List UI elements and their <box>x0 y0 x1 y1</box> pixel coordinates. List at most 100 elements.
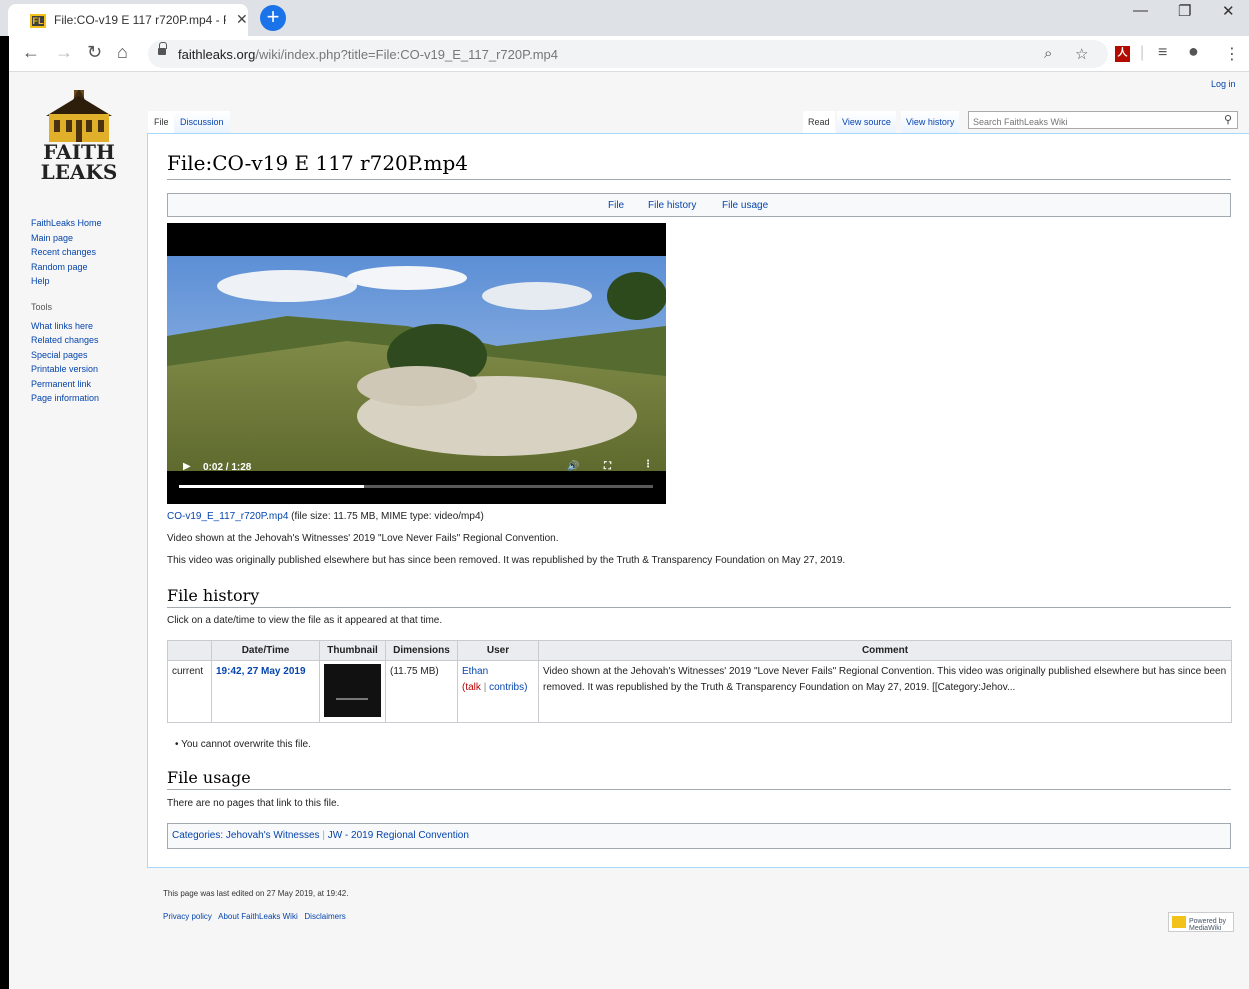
video-progress-bar[interactable] <box>179 485 653 488</box>
sidebar-tools: Tools What links here Related changes Sp… <box>31 300 99 406</box>
file-usage-heading: File usage <box>167 768 1231 790</box>
search-input[interactable] <box>969 114 1209 130</box>
sidebar-item-special-pages[interactable]: Special pages <box>31 350 88 360</box>
url-text: faithleaks.org/wiki/index.php?title=File… <box>178 47 558 62</box>
thumbnail-image[interactable] <box>324 664 381 717</box>
mediawiki-logo-icon <box>1172 916 1186 928</box>
browser-toolbar: ← → ↻ ⌂ faithleaks.org/wiki/index.php?ti… <box>0 36 1249 72</box>
sidebar-item-faithleaks-home[interactable]: FaithLeaks Home <box>31 218 102 228</box>
sidebar-item-help[interactable]: Help <box>31 276 50 286</box>
file-usage-text: There are no pages that link to this fil… <box>167 798 340 809</box>
sidebar-item-printable-version[interactable]: Printable version <box>31 364 98 374</box>
user-cell: Ethan (talk | contribs) <box>457 660 539 723</box>
user-link[interactable]: Ethan <box>462 666 488 677</box>
categories-label[interactable]: Categories <box>172 830 220 841</box>
sidebar-item-related-changes[interactable]: Related changes <box>31 335 99 345</box>
profile-icon[interactable]: ● <box>1188 41 1199 62</box>
browser-tab[interactable]: FL File:CO-v19 E 117 r720P.mp4 - Fa ✕ <box>8 4 248 36</box>
dimensions-cell: (11.75 MB) <box>385 660 458 723</box>
sidebar-item-recent-changes[interactable]: Recent changes <box>31 247 96 257</box>
back-icon[interactable]: ← <box>22 42 40 63</box>
tab-title: File:CO-v19 E 117 r720P.mp4 - Fa <box>54 13 226 27</box>
pdf-extension-icon[interactable]: 人 <box>1115 46 1130 62</box>
tab-view-history[interactable]: View history <box>901 111 960 133</box>
bookmark-star-icon[interactable]: ☆ <box>1075 45 1088 63</box>
more-options-icon[interactable]: ⋮ <box>643 459 653 470</box>
restore-icon[interactable]: ❐ <box>1178 2 1191 20</box>
fullscreen-icon[interactable]: ⛶ <box>604 461 611 472</box>
tab-file[interactable]: File <box>148 111 175 133</box>
toc-file-link[interactable]: File <box>608 200 624 211</box>
video-player[interactable]: ▶ 0:02 / 1:28 🔊 ⛶ ⋮ <box>167 223 666 504</box>
file-history-table: Date/Time Thumbnail Dimensions User Comm… <box>167 640 1232 723</box>
category-jehovahs-witnesses[interactable]: Jehovah's Witnesses <box>226 830 320 841</box>
file-history-hint: Click on a date/time to view the file as… <box>167 615 443 626</box>
user-talk-link[interactable]: talk <box>465 682 481 693</box>
tab-discussion[interactable]: Discussion <box>174 111 230 133</box>
footer-about-link[interactable]: About FaithLeaks Wiki <box>218 912 298 921</box>
page-title: File:CO-v19 E 117 r720P.mp4 <box>167 151 1231 180</box>
lock-icon <box>158 42 167 56</box>
table-header-row: Date/Time Thumbnail Dimensions User Comm… <box>167 640 1232 661</box>
table-row: current 19:42, 27 May 2019 (11.75 MB) Et… <box>167 660 1232 723</box>
datetime-link[interactable]: 19:42, 27 May 2019 <box>216 666 306 677</box>
footer-last-edited: This page was last edited on 27 May 2019… <box>163 889 349 898</box>
sidebar-item-random-page[interactable]: Random page <box>31 262 88 272</box>
reload-icon[interactable]: ↻ <box>87 42 102 63</box>
sidebar-item-what-links-here[interactable]: What links here <box>31 321 93 331</box>
browser-window: FL File:CO-v19 E 117 r720P.mp4 - Fa ✕ + … <box>0 0 1249 989</box>
minimize-icon[interactable]: — <box>1133 2 1148 19</box>
close-tab-icon[interactable]: ✕ <box>236 11 248 28</box>
home-icon[interactable]: ⌂ <box>117 42 128 63</box>
new-tab-button[interactable]: + <box>260 5 286 31</box>
volume-icon[interactable]: 🔊 <box>567 461 579 472</box>
menu-kebab-icon[interactable]: ⋮ <box>1224 44 1240 64</box>
tab-view-source[interactable]: View source <box>837 111 896 133</box>
toolbar-divider: | <box>1140 44 1145 61</box>
sidebar-item-page-information[interactable]: Page information <box>31 393 99 403</box>
login-link[interactable]: Log in <box>1211 79 1236 89</box>
column-header-comment: Comment <box>538 640 1232 661</box>
tab-strip: FL File:CO-v19 E 117 r720P.mp4 - Fa ✕ + … <box>0 0 1249 36</box>
site-logo[interactable]: FAITH LEAKS <box>38 90 120 186</box>
tab-read[interactable]: Read <box>803 111 835 133</box>
file-description-2: This video was originally published else… <box>167 555 846 566</box>
video-progress-fill <box>179 485 364 488</box>
comment-cell: Video shown at the Jehovah's Witnesses' … <box>538 660 1232 723</box>
sidebar-item-main-page[interactable]: Main page <box>31 233 73 243</box>
address-bar[interactable]: faithleaks.org/wiki/index.php?title=File… <box>148 40 1108 68</box>
user-contribs-link[interactable]: contribs <box>489 682 524 693</box>
overwrite-note: • You cannot overwrite this file. <box>175 739 311 750</box>
forward-icon[interactable]: → <box>55 42 73 63</box>
column-header-dimensions: Dimensions <box>385 640 458 661</box>
file-info-line: CO-v19_E_117_r720P.mp4 (file size: 11.75… <box>167 511 484 522</box>
file-history-heading: File history <box>167 586 1231 608</box>
footer-links: Privacy policy About FaithLeaks Wiki Dis… <box>163 912 346 921</box>
file-download-link[interactable]: CO-v19_E_117_r720P.mp4 <box>167 511 288 522</box>
window-edge <box>0 36 9 989</box>
church-logo-icon <box>46 90 112 142</box>
file-info-text: (file size: 11.75 MB, MIME type: video/m… <box>291 511 484 522</box>
logo-text-faith: FAITH <box>43 140 115 164</box>
zoom-icon[interactable]: ⌕ <box>1044 45 1052 62</box>
footer-disclaimers-link[interactable]: Disclaimers <box>304 912 345 921</box>
search-icon[interactable]: ⚲ <box>1224 113 1232 126</box>
logo-text-leaks: LEAKS <box>40 160 118 184</box>
play-icon[interactable]: ▶ <box>183 461 191 472</box>
sidebar-item-permanent-link[interactable]: Permanent link <box>31 379 91 389</box>
category-jw-2019-regional-convention[interactable]: JW - 2019 Regional Convention <box>328 830 469 841</box>
media-queue-icon[interactable]: ≡ <box>1158 44 1167 62</box>
powered-by-mediawiki-badge[interactable]: Powered by MediaWiki <box>1168 912 1234 932</box>
column-header-thumbnail: Thumbnail <box>319 640 386 661</box>
datetime-cell: 19:42, 27 May 2019 <box>211 660 320 723</box>
footer-privacy-link[interactable]: Privacy policy <box>163 912 212 921</box>
status-cell: current <box>167 660 212 723</box>
favicon-icon: FL <box>30 14 46 28</box>
file-description-1: Video shown at the Jehovah's Witnesses' … <box>167 533 559 544</box>
video-time: 0:02 / 1:28 <box>203 462 252 473</box>
toc-file-usage-link[interactable]: File usage <box>722 200 768 211</box>
toc-file-history-link[interactable]: File history <box>648 200 696 211</box>
close-window-icon[interactable]: ✕ <box>1222 2 1235 20</box>
file-toc: File File history File usage <box>167 193 1231 217</box>
wiki-search-box: ⚲ <box>968 111 1238 130</box>
